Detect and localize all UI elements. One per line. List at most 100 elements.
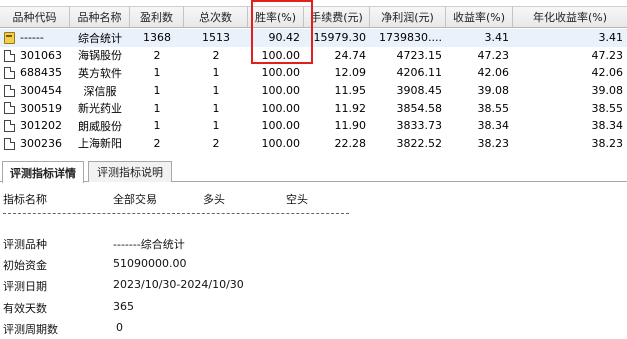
table-row[interactable]: 301202 朗威股份 1 1 100.00 11.90 3833.73 38.… [0,117,627,135]
document-icon [4,84,15,97]
cell-name: 英方软件 [78,66,122,80]
table-row[interactable]: 300236 上海新阳 2 2 100.00 22.28 3822.52 38.… [0,135,627,153]
cell-name: 新光药业 [78,102,122,116]
cell-fee: 11.92 [334,101,367,115]
cell-profit-count: 1368 [143,31,171,45]
cell-code: 301202 [0,117,70,135]
cell-annual-return: 42.06 [591,66,624,80]
detail-value: 51090000.00 [113,257,187,270]
cell-annual-return: 3.41 [598,31,624,45]
detail-label: 评测周期数 [3,323,58,336]
cell-return-rate: 38.23 [477,136,510,150]
cell-code: 301063 [0,47,70,65]
cell-profit-count: 2 [153,48,161,62]
stock-stats-table: 品种代码 品种名称 盈利数 总次数 胜率(%) 手续费(元) 净利润(元) 收益… [0,0,627,156]
detail-label: 评测品种 [3,238,47,251]
cell-net-profit: 3822.52 [396,136,443,150]
table-body: ------ 综合统计 1368 1513 90.42 15979.30 173… [0,29,627,152]
cell-total-count: 1 [212,84,220,98]
detail-tabbar: 评测指标详情 评测指标说明 [0,159,627,183]
cell-profit-count: 1 [153,101,161,115]
column-header-total-count[interactable]: 总次数 [184,7,248,27]
detail-value: 0 [116,321,123,334]
cell-name: 朗威股份 [78,119,122,133]
cell-code: ------ [0,29,70,47]
cell-name: 综合统计 [78,31,122,45]
cell-win-rate: 100.00 [261,101,301,115]
cell-profit-count: 1 [153,119,161,133]
document-icon [4,49,15,62]
cell-name: 深信服 [83,84,117,98]
cell-annual-return: 38.34 [591,119,624,133]
cell-win-rate: 100.00 [261,48,301,62]
cell-return-rate: 38.34 [477,119,510,133]
cell-fee: 15979.30 [313,31,367,45]
table-row[interactable]: 688435 英方软件 1 1 100.00 12.09 4206.11 42.… [0,64,627,82]
cell-total-count: 1 [212,119,220,133]
cell-code: 300519 [0,99,70,117]
document-icon [4,119,15,132]
column-header-net-profit[interactable]: 净利润(元) [370,7,446,27]
document-icon [4,102,15,115]
cell-fee: 11.90 [334,119,367,133]
document-icon [4,67,15,80]
cell-net-profit: 3908.45 [396,84,443,98]
cell-code: 300454 [0,82,70,100]
cell-total-count: 1 [212,101,220,115]
cell-net-profit: 4723.15 [396,48,443,62]
column-header-name[interactable]: 品种名称 [70,7,130,27]
cell-win-rate: 100.00 [261,136,301,150]
table-row[interactable]: ------ 综合统计 1368 1513 90.42 15979.30 173… [0,29,627,47]
cell-total-count: 1 [212,66,220,80]
cell-profit-count: 2 [153,136,161,150]
table-header: 品种代码 品种名称 盈利数 总次数 胜率(%) 手续费(元) 净利润(元) 收益… [0,6,627,28]
cell-annual-return: 38.23 [591,136,624,150]
cell-annual-return: 47.23 [591,48,624,62]
detail-value: 365 [113,300,134,313]
table-row[interactable]: 300519 新光药业 1 1 100.00 11.92 3854.58 38.… [0,99,627,117]
cell-name: 海锅股份 [78,49,122,63]
detail-header-label: 指标名称 [3,193,47,206]
table-row[interactable]: 300454 深信服 1 1 100.00 11.95 3908.45 39.0… [0,82,627,100]
cell-net-profit: 3833.73 [396,119,443,133]
cell-win-rate: 90.42 [268,31,301,45]
cell-code: 300236 [0,135,70,153]
cell-fee: 11.95 [334,84,367,98]
table-row[interactable]: 301063 海锅股份 2 2 100.00 24.74 4723.15 47.… [0,47,627,65]
indicator-detail-panel: 指标名称 全部交易 多头 空头 评测品种 -------综合统计 初始资金 51… [0,183,627,339]
cell-return-rate: 3.41 [484,31,510,45]
cell-total-count: 2 [212,48,220,62]
cell-win-rate: 100.00 [261,119,301,133]
cell-total-count: 2 [212,136,220,150]
document-icon [4,137,15,150]
cell-net-profit: 4206.11 [396,66,443,80]
column-header-profit-count[interactable]: 盈利数 [130,7,184,27]
detail-label: 有效天数 [3,302,47,315]
cell-name: 上海新阳 [78,137,122,151]
tab-indicator-explanation[interactable]: 评测指标说明 [88,161,172,182]
column-header-code[interactable]: 品种代码 [0,7,70,27]
detail-header-short: 空头 [286,193,308,206]
tab-indicator-details[interactable]: 评测指标详情 [2,161,84,183]
column-header-win-rate[interactable]: 胜率(%) [248,7,304,27]
cell-total-count: 1513 [202,31,230,45]
cell-net-profit: 3854.58 [396,101,443,115]
column-header-annual-return[interactable]: 年化收益率(%) [513,7,627,27]
cell-return-rate: 39.08 [477,84,510,98]
cell-fee: 24.74 [334,48,367,62]
cell-return-rate: 42.06 [477,66,510,80]
cell-profit-count: 1 [153,84,161,98]
column-header-fee[interactable]: 手续费(元) [304,7,370,27]
detail-value: -------综合统计 [113,238,185,251]
detail-value: 2023/10/30-2024/10/30 [113,278,244,291]
cell-return-rate: 47.23 [477,48,510,62]
column-header-return-rate[interactable]: 收益率(%) [446,7,513,27]
cell-fee: 22.28 [334,136,367,150]
detail-header-long: 多头 [203,193,225,206]
cell-win-rate: 100.00 [261,84,301,98]
cell-win-rate: 100.00 [261,66,301,80]
separator-line [3,213,349,214]
cell-net-profit: 1739830.... [379,31,442,45]
cell-profit-count: 1 [153,66,161,80]
cell-code: 688435 [0,64,70,82]
